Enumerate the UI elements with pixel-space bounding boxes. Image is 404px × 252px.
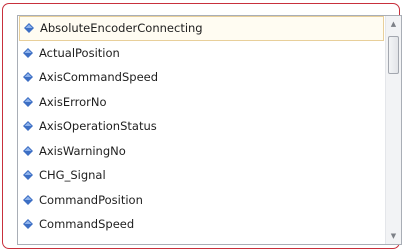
blue-diamond-icon [23,121,33,132]
list-item[interactable]: CommandPosition [18,188,384,213]
blue-diamond-icon [23,96,33,107]
list-item-label: AxisWarningNo [39,143,126,158]
blue-diamond-icon [24,23,34,34]
list-item[interactable]: AxisWarningNo [18,139,384,164]
blue-diamond-icon [23,170,33,181]
list-item-label: AxisCommandSpeed [39,70,159,85]
arrow-up-icon: ▲ [390,19,397,28]
list-item[interactable]: AxisErrorNo [18,90,384,115]
list-item-label: ActualPosition [39,45,120,60]
intellisense-listbox[interactable]: AbsoluteEncoderConnecting ActualPosition… [17,15,402,245]
list-item-selected[interactable]: AbsoluteEncoderConnecting [19,16,384,41]
list-item[interactable]: AxisCommandSpeed [18,65,384,90]
list-item-label: CHG_Signal [39,168,106,183]
scrollbar-thumb[interactable] [388,36,399,74]
list-item-label: AxisErrorNo [39,94,107,109]
blue-diamond-icon [23,219,33,230]
blue-diamond-icon [23,194,33,205]
vertical-scrollbar[interactable]: ▲ ▼ [385,16,401,244]
blue-diamond-icon [23,72,33,83]
scroll-up-button[interactable]: ▲ [386,16,401,32]
arrow-down-icon: ▼ [390,231,397,240]
item-list: AbsoluteEncoderConnecting ActualPosition… [18,16,384,244]
list-item[interactable]: ActualPosition [18,41,384,66]
list-item[interactable]: CommandSpeed [18,212,384,237]
list-item-label: CommandPosition [39,192,143,207]
list-item-label: CommandSpeed [39,217,135,232]
list-item[interactable]: CHG_Signal [18,163,384,188]
list-item-label: AbsoluteEncoderConnecting [40,21,203,36]
blue-diamond-icon [23,47,33,58]
scroll-down-button[interactable]: ▼ [386,228,401,244]
blue-diamond-icon [23,145,33,156]
list-item[interactable]: AxisOperationStatus [18,114,384,139]
list-item-label: AxisOperationStatus [39,119,157,134]
